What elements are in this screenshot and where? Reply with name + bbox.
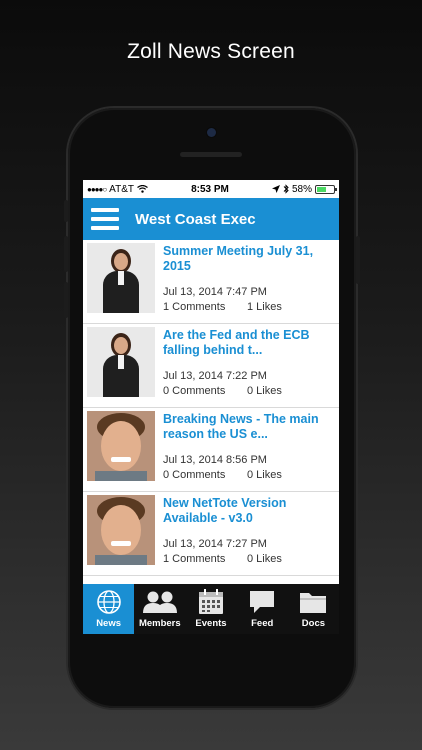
news-title[interactable]: Are the Fed and the ECB falling behind t…: [163, 328, 339, 360]
globe-icon: [96, 590, 121, 614]
location-arrow-icon: [271, 185, 280, 193]
tab-label: Events: [195, 618, 227, 629]
comments-count[interactable]: 1 Comments: [163, 301, 247, 313]
tab-label: Feed: [251, 618, 274, 629]
calendar-icon: [199, 589, 223, 614]
news-title[interactable]: New NetTote Version Available - v3.0: [163, 496, 339, 528]
news-date: Jul 13, 2014 7:22 PM: [163, 370, 267, 382]
chat-bubble-icon: [250, 591, 275, 613]
woman-avatar-icon: [87, 243, 155, 313]
comments-count[interactable]: 0 Comments: [163, 469, 247, 481]
app-screen: ●●●●○ AT&T 8:53 PM 58% West Coast Exec S…: [83, 180, 339, 634]
man-avatar-icon: [87, 411, 155, 481]
wifi-icon: [137, 185, 148, 193]
people-icon: [142, 591, 177, 613]
likes-count[interactable]: 0 Likes: [247, 385, 282, 397]
tab-events[interactable]: Events: [185, 584, 236, 634]
clock: 8:53 PM: [191, 183, 229, 195]
likes-count[interactable]: 1 Likes: [247, 301, 282, 313]
phone-side-button: [64, 236, 68, 272]
tab-feed[interactable]: Feed: [237, 584, 288, 634]
phone-side-button: [64, 282, 68, 318]
tab-label: News: [96, 618, 122, 629]
woman-avatar-icon: [87, 327, 155, 397]
tab-label: Members: [138, 618, 181, 629]
phone-side-button: [64, 200, 68, 222]
battery-icon: [315, 184, 337, 194]
signal-icon: ●●●●○: [87, 184, 107, 194]
news-item[interactable]: Summer Meeting July 31, 2015 Jul 13, 201…: [83, 240, 339, 324]
comments-count[interactable]: 0 Comments: [163, 385, 247, 397]
news-title[interactable]: Summer Meeting July 31, 2015: [163, 244, 339, 276]
phone-side-button: [356, 236, 360, 284]
battery-percent: 58%: [291, 183, 312, 195]
news-title[interactable]: Breaking News - The main reason the US e…: [163, 412, 339, 444]
bluetooth-icon: [283, 184, 289, 194]
likes-count[interactable]: 0 Likes: [247, 553, 282, 565]
app-header: West Coast Exec: [83, 198, 339, 240]
comments-count[interactable]: 1 Comments: [163, 553, 247, 565]
front-camera: [207, 128, 216, 137]
news-date: Jul 13, 2014 7:27 PM: [163, 538, 267, 550]
status-bar: ●●●●○ AT&T 8:53 PM 58%: [83, 180, 339, 198]
news-item[interactable]: New NetTote Version Available - v3.0 Jul…: [83, 492, 339, 576]
news-date: Jul 13, 2014 8:56 PM: [163, 454, 267, 466]
screen-caption: Zoll News Screen: [127, 40, 295, 63]
folder-icon: [300, 593, 327, 613]
likes-count[interactable]: 0 Likes: [247, 469, 282, 481]
tab-label: Docs: [301, 618, 326, 629]
news-item[interactable]: Are the Fed and the ECB falling behind t…: [83, 324, 339, 408]
news-date: Jul 13, 2014 7:47 PM: [163, 286, 267, 298]
man-avatar-icon: [87, 495, 155, 565]
menu-icon[interactable]: [91, 208, 119, 230]
page-title: West Coast Exec: [135, 210, 256, 228]
tab-news[interactable]: News: [83, 584, 135, 634]
earpiece-speaker: [180, 152, 242, 157]
news-item[interactable]: Breaking News - The main reason the US e…: [83, 408, 339, 492]
news-feed: Summer Meeting July 31, 2015 Jul 13, 201…: [83, 240, 339, 584]
tab-members[interactable]: Members: [134, 584, 185, 634]
carrier-label: AT&T: [109, 183, 134, 195]
tab-bar: News Members Events Feed Docs: [83, 584, 339, 634]
tab-docs[interactable]: Docs: [288, 584, 339, 634]
